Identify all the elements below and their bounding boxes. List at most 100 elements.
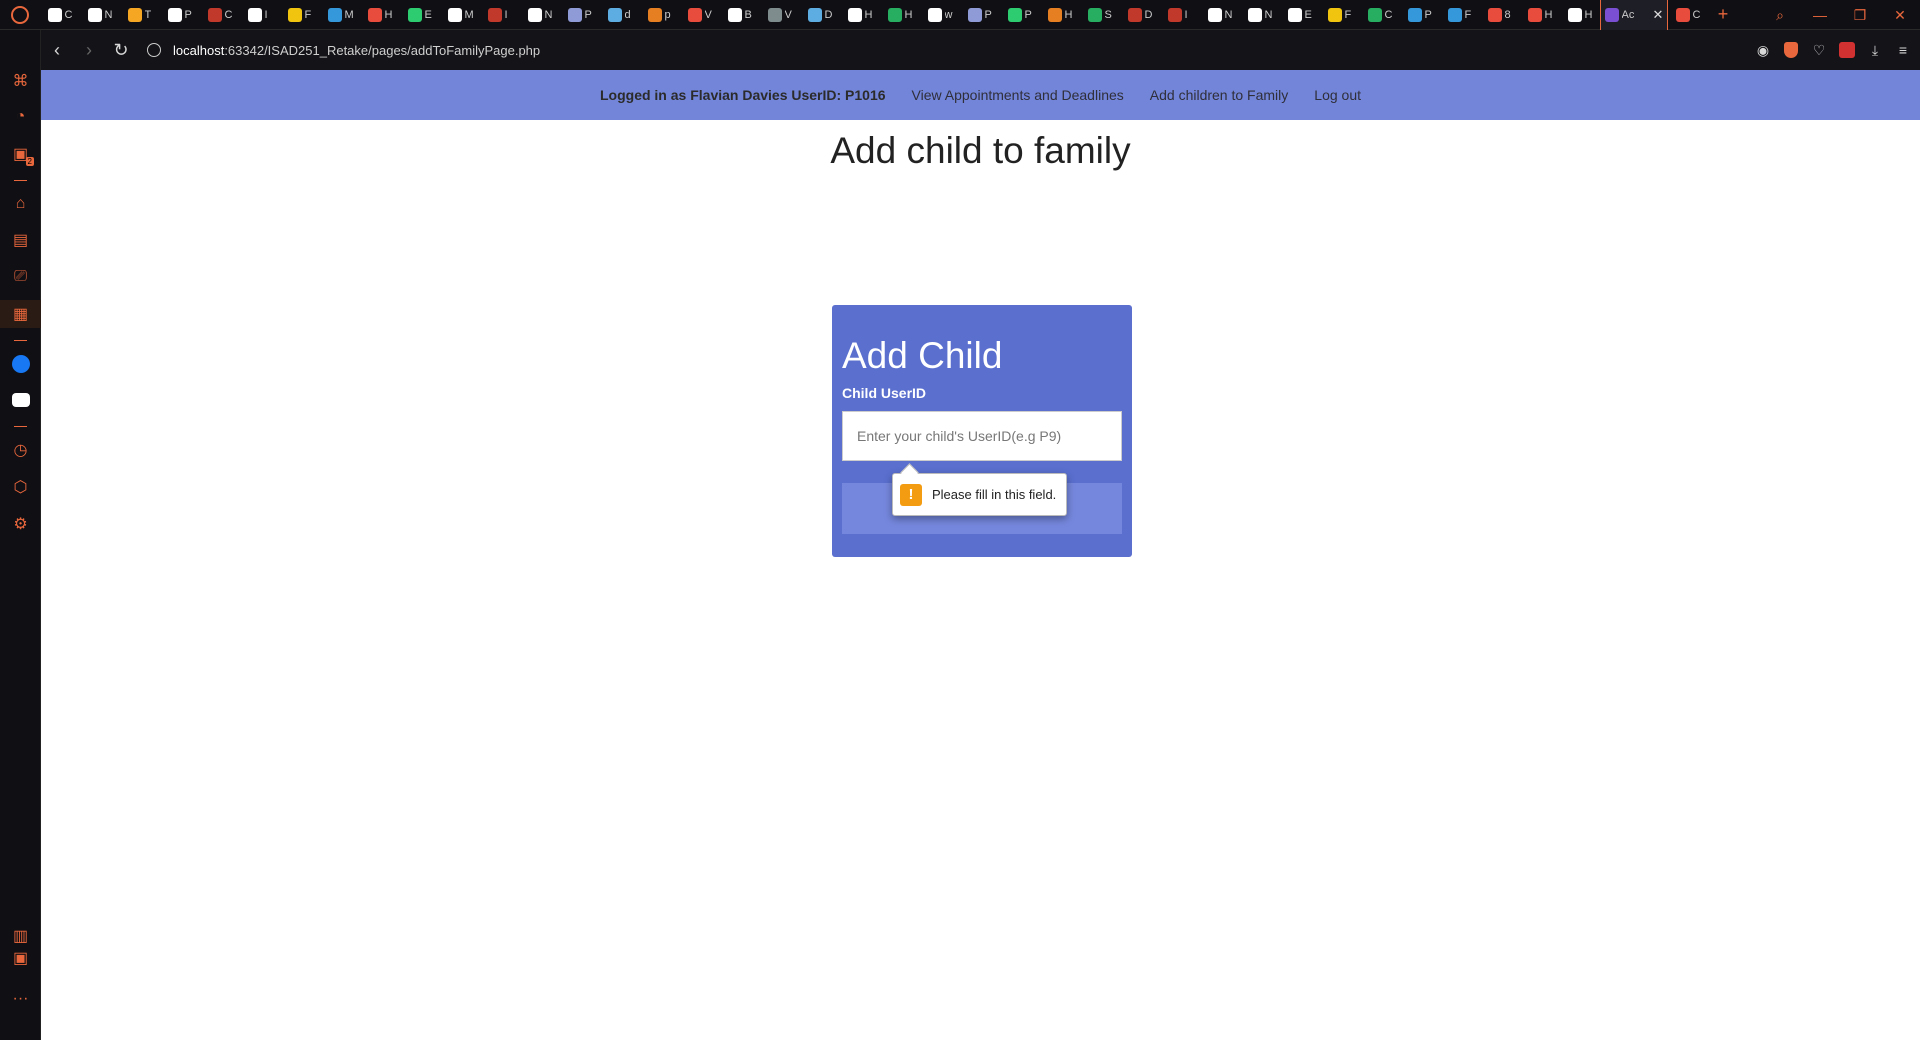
tab[interactable]: I [480,0,520,30]
tab-favicon-icon [1087,7,1102,22]
address-bar: ‹ › ↻ localhost:63342/ISAD251_Retake/pag… [41,30,1920,70]
tab-search-icon[interactable]: ⌕ [1760,0,1800,30]
tab-label: H [904,8,913,21]
tab[interactable]: E [400,0,440,30]
tab[interactable]: 8 [1480,0,1520,30]
tab[interactable]: N [520,0,560,30]
tab[interactable]: E [1280,0,1320,30]
tab[interactable]: H [360,0,400,30]
tab-label: E [1304,8,1312,21]
tab[interactable]: F [1320,0,1360,30]
tab[interactable]: P [1000,0,1040,30]
back-arrow-icon[interactable]: ‹ [41,30,73,70]
tab[interactable]: F [280,0,320,30]
bookmark-heart-icon[interactable]: ♡ [1810,42,1828,59]
gx-control-gamepad-icon[interactable]: ⌘ [0,67,41,95]
tab-label: C [1692,8,1701,21]
tab[interactable]: H [1520,0,1560,30]
snapshot-camera-icon[interactable]: ◉ [1754,42,1772,59]
tab[interactable]: B [720,0,760,30]
tab[interactable]: H [1040,0,1080,30]
tab-label: 8 [1504,8,1511,21]
tab[interactable]: C [40,0,80,30]
tab[interactable]: C [1360,0,1400,30]
restore-icon[interactable]: ❐ [1840,0,1880,30]
game-controller-icon[interactable]: ⎚ [0,263,41,291]
tab[interactable]: P [1400,0,1440,30]
more-dots-icon[interactable]: ··· [0,985,41,1013]
tab[interactable]: D [1120,0,1160,30]
tab-active[interactable]: Ac ✕ [1600,0,1668,30]
twitch-icon[interactable]: ▣ 2 [0,140,41,168]
tab-label: H [1544,8,1553,21]
settings-gear-icon[interactable]: ⚙ [0,510,41,538]
tab-close-icon[interactable]: ✕ [1653,7,1664,23]
tab-label: E [424,8,432,21]
tab[interactable]: S [1080,0,1120,30]
cpu-limiter-icon[interactable]: ▣ [0,944,41,972]
tab-label: S [1104,8,1112,21]
tab[interactable]: P [560,0,600,30]
easy-setup-menu-icon[interactable]: ≡ [1894,42,1912,58]
tab[interactable]: N [1240,0,1280,30]
tab[interactable]: F [1440,0,1480,30]
tab[interactable]: C [1668,0,1708,30]
tab[interactable]: P [960,0,1000,30]
close-window-icon[interactable]: ✕ [1880,0,1920,30]
history-clock-icon[interactable]: ◷ [0,436,41,464]
url-host: localhost [173,42,225,58]
tab-label: H [1584,8,1593,21]
bookmarks-book-icon[interactable]: ▤ [0,226,41,254]
minimize-icon[interactable]: — [1800,0,1840,30]
add-child-form: Add Child Child UserID Add Child [832,305,1132,557]
tab[interactable]: N [1200,0,1240,30]
tab[interactable]: M [320,0,360,30]
tab-favicon-icon [1167,7,1182,22]
tab[interactable]: V [760,0,800,30]
nav-link-add-children[interactable]: Add children to Family [1150,87,1289,103]
tab-favicon-icon [287,7,302,22]
nav-link-log-out[interactable]: Log out [1314,87,1361,103]
tab[interactable]: V [680,0,720,30]
messenger-icon[interactable] [0,350,41,378]
tab-label: F [1464,8,1472,21]
site-info-globe-icon[interactable] [147,43,161,57]
tab[interactable]: w [920,0,960,30]
home-icon[interactable]: ⌂ [0,190,41,218]
nav-link-view-appointments[interactable]: View Appointments and Deadlines [912,87,1124,103]
reload-icon[interactable]: ↻ [105,30,137,70]
tab[interactable]: N [80,0,120,30]
tab[interactable]: P [160,0,200,30]
adblock-shield-icon[interactable] [1782,42,1800,58]
gx-speed-dial-icon[interactable]: ◔ [0,103,41,131]
tab-favicon-icon [1127,7,1142,22]
tab-label: F [1344,8,1352,21]
tab[interactable]: d [600,0,640,30]
extensions-cube-icon[interactable]: ⬡ [0,473,41,501]
tab[interactable]: T [120,0,160,30]
tab[interactable]: I [240,0,280,30]
opera-menu-button[interactable] [0,0,40,30]
child-userid-input[interactable] [842,411,1122,461]
tab[interactable]: I [1160,0,1200,30]
tab-favicon-icon [1487,7,1502,22]
tab[interactable]: D [800,0,840,30]
url-field[interactable]: localhost:63342/ISAD251_Retake/pages/add… [147,30,540,70]
tab[interactable]: H [840,0,880,30]
tab-label: P [184,8,192,21]
download-icon[interactable]: ⤓ [1866,42,1884,59]
discord-icon[interactable] [0,386,41,414]
tab-label: D [824,8,833,21]
tab[interactable]: H [880,0,920,30]
forward-arrow-icon[interactable]: › [73,30,105,70]
extension-icon[interactable] [1838,42,1856,58]
tab-label: C [1384,8,1393,21]
tab-favicon-icon [927,7,942,22]
tab[interactable]: C [200,0,240,30]
workspace-briefcase-icon[interactable]: ▦ [0,300,41,328]
tab-favicon-icon [1447,7,1462,22]
tab[interactable]: p [640,0,680,30]
new-tab-plus-icon[interactable]: + [1708,0,1738,30]
tab[interactable]: M [440,0,480,30]
tab[interactable]: H [1560,0,1600,30]
